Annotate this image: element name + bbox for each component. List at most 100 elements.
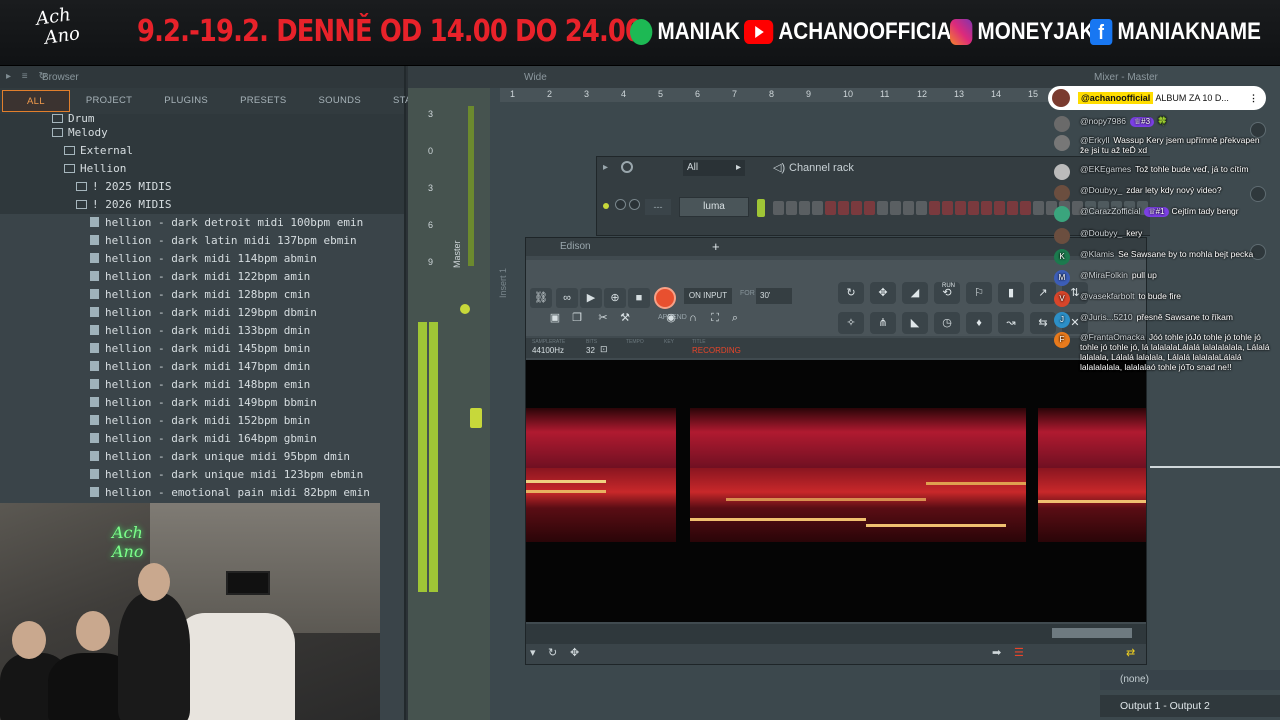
file-item[interactable]: hellion - dark midi 114bpm abmin (0, 250, 404, 268)
headphones-icon[interactable]: ∩ (682, 308, 704, 328)
wrench-icon[interactable]: ⚒ (614, 308, 636, 328)
file-item[interactable]: hellion - dark midi 133bpm dmin (0, 322, 404, 340)
stop-icon[interactable]: ■ (628, 288, 650, 308)
file-item[interactable]: hellion - dark midi 122bpm amin (0, 268, 404, 286)
play-icon[interactable]: ▶ (580, 288, 602, 308)
step-button[interactable] (864, 201, 875, 215)
file-item[interactable]: hellion - dark midi 147bpm dmin (0, 358, 404, 376)
edison-tool-button[interactable]: ◷ (934, 312, 960, 334)
tab-presets[interactable]: PRESETS (224, 90, 302, 112)
folder-2026-midis[interactable]: ! 2026 MIDIS (0, 196, 404, 214)
step-button[interactable] (1007, 201, 1018, 215)
mixer-track-select[interactable]: --- (645, 199, 671, 215)
record-mode-select[interactable]: ON INPUT (684, 288, 732, 304)
channel-button-luma[interactable]: luma (679, 197, 749, 217)
step-button[interactable] (929, 201, 940, 215)
edison-tool-button[interactable]: ↝ (998, 312, 1024, 334)
step-button[interactable] (955, 201, 966, 215)
step-button[interactable] (877, 201, 888, 215)
edison-tool-button[interactable]: ⚐ (966, 282, 992, 304)
link-icon[interactable]: ⛓ (530, 288, 552, 308)
edison-tool-button[interactable]: ✥ (870, 282, 896, 304)
eye-icon[interactable]: ◉ (660, 308, 682, 328)
output-select[interactable]: Output 1 - Output 2 (1100, 695, 1280, 717)
file-item[interactable]: hellion - dark midi 164bpm gbmin (0, 430, 404, 448)
file-item[interactable]: hellion - dark unique midi 95bpm dmin (0, 448, 404, 466)
file-item[interactable]: hellion - dark latin midi 137bpm ebmin (0, 232, 404, 250)
swap-icon[interactable]: ⇄ (1126, 646, 1135, 659)
step-button[interactable] (825, 201, 836, 215)
step-button[interactable] (799, 201, 810, 215)
record-length-select[interactable]: 30' (756, 288, 792, 304)
volume-fader[interactable] (470, 408, 482, 428)
file-item[interactable]: hellion - dark midi 148bpm emin (0, 376, 404, 394)
edison-tool-button[interactable]: ▮ (998, 282, 1024, 304)
file-item[interactable]: hellion - dark midi 129bpm dbmin (0, 304, 404, 322)
effect-slot[interactable]: (none) (1100, 670, 1280, 690)
record-button[interactable] (654, 287, 676, 309)
step-button[interactable] (903, 201, 914, 215)
zoom-icon[interactable]: ⌕ (724, 308, 746, 328)
step-button[interactable] (942, 201, 953, 215)
step-button[interactable] (1033, 201, 1044, 215)
waveform-overview[interactable] (526, 624, 1146, 644)
step-button[interactable] (968, 201, 979, 215)
spectrogram-view[interactable] (526, 360, 1146, 622)
folder-hellion[interactable]: Hellion (0, 160, 404, 178)
edison-tool-button[interactable]: ◢ (902, 282, 928, 304)
step-button[interactable] (812, 201, 823, 215)
collapse-icon[interactable]: ▾ (530, 646, 536, 659)
send-icon[interactable]: ➡ (992, 646, 1001, 659)
loop-icon[interactable]: ∞ (556, 288, 578, 308)
file-item[interactable]: hellion - dark midi 152bpm bmin (0, 412, 404, 430)
edison-tool-button[interactable]: ◣ (902, 312, 928, 334)
save-icon[interactable]: ▣ (544, 308, 566, 328)
edison-tool-button[interactable]: ↻ (838, 282, 864, 304)
edison-tool-button[interactable]: ⋔ (870, 312, 896, 334)
list-icon[interactable]: ☰ (1014, 646, 1024, 659)
overview-selection[interactable] (1052, 628, 1132, 638)
tab-all[interactable]: ALL (2, 90, 70, 112)
step-button[interactable] (981, 201, 992, 215)
file-item[interactable]: hellion - dark unique midi 123bpm ebmin (0, 466, 404, 484)
step-button[interactable] (1020, 201, 1031, 215)
edison-tool-button[interactable]: ✧ (838, 312, 864, 334)
more-icon[interactable]: ⋮ (1249, 86, 1258, 110)
pan-knob[interactable] (460, 304, 470, 314)
folder-2025-midis[interactable]: ! 2025 MIDIS (0, 178, 404, 196)
channel-select-indicator[interactable] (757, 199, 765, 217)
fullscreen-icon[interactable]: ⛶ (704, 308, 726, 328)
folder-melody[interactable]: Melody (0, 124, 404, 142)
channel-vol-knob[interactable] (629, 199, 640, 210)
tab-project[interactable]: PROJECT (70, 90, 148, 112)
tab-sounds[interactable]: SOUNDS (303, 90, 377, 112)
channel-led[interactable] (603, 203, 609, 209)
crosshair-icon[interactable]: ⊕ (604, 288, 626, 308)
file-item[interactable]: hellion - dark midi 145bpm bmin (0, 340, 404, 358)
add-icon[interactable]: + (712, 239, 720, 254)
step-button[interactable] (916, 201, 927, 215)
step-button[interactable] (851, 201, 862, 215)
clock-icon[interactable] (621, 161, 633, 173)
file-item[interactable]: hellion - dark detroit midi 100bpm emin (0, 214, 404, 232)
scissors-icon[interactable]: ✂ (592, 308, 614, 328)
folder-drum[interactable]: Drum (0, 114, 404, 124)
edison-tool-button[interactable]: ♦ (966, 312, 992, 334)
tab-plugins[interactable]: PLUGINS (148, 90, 224, 112)
browser-header-icons[interactable]: ▸ ≡ ↻ (6, 71, 51, 82)
channel-pan-knob[interactable] (615, 199, 626, 210)
folder-external[interactable]: External (0, 142, 404, 160)
step-button[interactable] (838, 201, 849, 215)
file-item[interactable]: hellion - dark midi 128bpm cmin (0, 286, 404, 304)
file-item[interactable]: hellion - dark midi 149bpm bbmin (0, 394, 404, 412)
step-button[interactable] (994, 201, 1005, 215)
channel-rack-arrow-icon[interactable]: ▸ (603, 162, 608, 173)
step-button[interactable] (786, 201, 797, 215)
file-item[interactable]: hellion - emotional pain midi 82bpm emin (0, 484, 404, 502)
bits-dropdown-icon[interactable]: ⊡ (600, 344, 608, 355)
move-icon[interactable]: ✥ (570, 646, 579, 659)
copy-icon[interactable]: ❐ (566, 308, 588, 328)
refresh-icon[interactable]: ↻ (548, 646, 557, 659)
step-button[interactable] (890, 201, 901, 215)
step-button[interactable] (773, 201, 784, 215)
